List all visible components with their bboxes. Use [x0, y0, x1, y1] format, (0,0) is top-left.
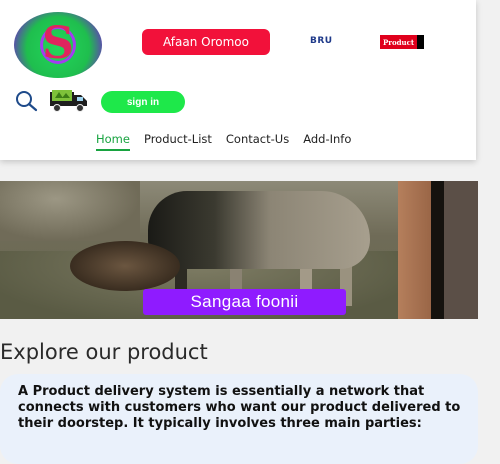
- section-title: Explore our product: [0, 340, 208, 364]
- site-logo[interactable]: S: [14, 12, 102, 78]
- hero-wall: [398, 181, 431, 319]
- product-flag-label: Product: [383, 37, 415, 47]
- hero-caption[interactable]: Sangaa foonii: [143, 289, 346, 315]
- info-box: A Product delivery system is essentially…: [0, 374, 478, 464]
- signin-button[interactable]: sign in: [101, 91, 185, 113]
- nav-item-home[interactable]: Home: [96, 132, 130, 151]
- nav-item-product-list[interactable]: Product-List: [144, 132, 212, 151]
- search-icon[interactable]: [14, 90, 38, 112]
- bru-label: BRU: [310, 36, 333, 46]
- info-description: A Product delivery system is essentially…: [18, 384, 461, 431]
- language-button[interactable]: Afaan Oromoo: [142, 29, 270, 55]
- main-nav: Home Product-List Contact-Us Add-Info: [96, 132, 351, 151]
- cow-body: [148, 191, 370, 269]
- product-flag-badge[interactable]: Product: [380, 35, 424, 49]
- delivery-truck-icon[interactable]: [49, 86, 89, 114]
- logo-glyph: S: [42, 18, 74, 69]
- nav-item-contact-us[interactable]: Contact-Us: [226, 132, 289, 151]
- bru-logo[interactable]: BRU: [310, 36, 333, 46]
- hero-bush: [0, 181, 140, 241]
- hero-door: [444, 181, 478, 319]
- site-header: S Afaan Oromoo BRU Product sign in Home …: [0, 0, 476, 160]
- nav-item-add-info[interactable]: Add-Info: [303, 132, 351, 151]
- hero-post: [431, 181, 444, 319]
- cow-head: [70, 241, 180, 291]
